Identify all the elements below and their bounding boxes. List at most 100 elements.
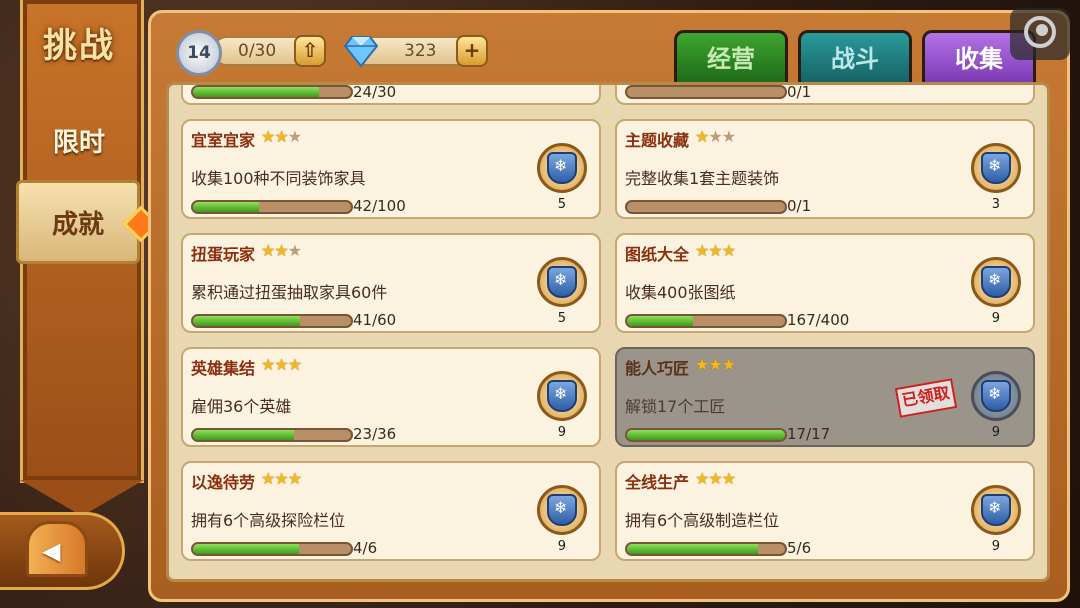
star-rating: ★★★ bbox=[261, 241, 302, 260]
reward-count: 5 bbox=[557, 311, 566, 326]
exp-upgrade-button[interactable]: ⇧ bbox=[294, 35, 326, 67]
progress-bar bbox=[191, 542, 353, 556]
reward-medal[interactable] bbox=[971, 257, 1021, 307]
tab-management[interactable]: 经营 bbox=[674, 30, 788, 82]
progress-bar bbox=[191, 428, 353, 442]
progress-bar bbox=[625, 542, 787, 556]
shield-icon bbox=[981, 494, 1011, 526]
star-icon: ★ bbox=[695, 355, 709, 374]
progress-text: 23/36 bbox=[353, 425, 397, 443]
star-icon: ★ bbox=[708, 355, 722, 374]
progress-fill bbox=[193, 316, 301, 326]
achievement-name: 主题收藏 bbox=[625, 131, 690, 150]
achievement-name: 宜室宜家 bbox=[191, 131, 256, 150]
achievement-name: 全线生产 bbox=[625, 473, 690, 492]
achievement-name: 能人巧匠 bbox=[625, 359, 690, 378]
achievement-card[interactable]: 宜室宜家★★★收集100种不同装饰家具42/1005 bbox=[181, 119, 601, 219]
progress-fill bbox=[193, 202, 260, 212]
achievement-card[interactable]: 以逸待劳★★★拥有6个高级探险栏位4/69 bbox=[181, 461, 601, 561]
star-icon: ★ bbox=[274, 241, 288, 260]
star-icon: ★ bbox=[287, 127, 302, 146]
progress-bar bbox=[191, 314, 353, 328]
progress-fill bbox=[193, 430, 295, 440]
star-icon: ★ bbox=[695, 469, 709, 488]
reward-medal[interactable] bbox=[971, 485, 1021, 535]
reward-medal[interactable] bbox=[537, 143, 587, 193]
diamond-gem-icon bbox=[343, 36, 379, 68]
settings-button[interactable] bbox=[1010, 8, 1070, 60]
achievement-card[interactable]: 全线生产★★★拥有6个高级制造栏位5/69 bbox=[615, 461, 1035, 561]
tab-battle[interactable]: 战斗 bbox=[798, 30, 912, 82]
shield-icon bbox=[547, 266, 577, 298]
achievement-description: 完整收集1套主题装饰 bbox=[625, 169, 780, 188]
star-rating: ★★★ bbox=[695, 355, 736, 374]
progress-text: 4/6 bbox=[353, 539, 378, 557]
reward-medal[interactable] bbox=[537, 257, 587, 307]
shield-icon bbox=[981, 152, 1011, 184]
achievement-name: 扭蛋玩家 bbox=[191, 245, 256, 264]
star-icon: ★ bbox=[721, 469, 736, 488]
achievement-card[interactable]: 能人巧匠★★★解锁17个工匠17/179已领取 bbox=[615, 347, 1035, 447]
reward-count: 9 bbox=[991, 311, 1000, 326]
achievement-description: 拥有6个高级制造栏位 bbox=[625, 511, 780, 530]
progress-text: 167/400 bbox=[787, 311, 850, 329]
progress-bar bbox=[625, 314, 787, 328]
star-icon: ★ bbox=[287, 241, 302, 260]
progress-bar bbox=[191, 200, 353, 214]
star-icon: ★ bbox=[721, 241, 736, 260]
star-icon: ★ bbox=[708, 241, 722, 260]
star-icon: ★ bbox=[261, 469, 275, 488]
sidebar-item-limited[interactable]: 限时 bbox=[20, 122, 138, 159]
reward-count: 5 bbox=[557, 197, 566, 212]
achievement-name: 以逸待劳 bbox=[191, 473, 256, 492]
star-icon: ★ bbox=[261, 127, 275, 146]
progress-text: 17/17 bbox=[787, 425, 831, 443]
star-icon: ★ bbox=[695, 127, 709, 146]
star-icon: ★ bbox=[708, 469, 722, 488]
progress-bar bbox=[625, 85, 787, 99]
list-item-partial: 24/30 bbox=[181, 85, 601, 105]
list-item-partial: 0/1 bbox=[615, 83, 1035, 105]
progress-bar bbox=[625, 428, 787, 442]
reward-medal[interactable] bbox=[971, 143, 1021, 193]
shield-icon bbox=[547, 494, 577, 526]
achievement-card[interactable]: 英雄集结★★★雇佣36个英雄23/369 bbox=[181, 347, 601, 447]
sidebar-item-achievements[interactable]: 成就 bbox=[16, 180, 140, 264]
star-icon: ★ bbox=[708, 127, 722, 146]
achievement-description: 解锁17个工匠 bbox=[625, 397, 726, 416]
achievement-name: 图纸大全 bbox=[625, 245, 690, 264]
star-icon: ★ bbox=[274, 469, 288, 488]
shield-icon bbox=[981, 380, 1011, 412]
star-icon: ★ bbox=[721, 355, 736, 374]
achievement-list[interactable]: 24/30 0/1 宜室宜家★★★收集100种不同装饰家具42/1005主题收藏… bbox=[166, 82, 1050, 582]
achievement-description: 累积通过扭蛋抽取家具60件 bbox=[191, 283, 388, 302]
banner-title: 挑战 bbox=[43, 26, 115, 66]
progress-fill bbox=[193, 544, 299, 554]
achievement-card[interactable]: 主题收藏 ★★★ 完整收集1套主题装饰 0/1 3 bbox=[615, 119, 1035, 219]
achievement-description: 收集400张图纸 bbox=[625, 283, 736, 302]
achievement-card[interactable]: 图纸大全★★★收集400张图纸167/4009 bbox=[615, 233, 1035, 333]
back-button[interactable]: ◀ bbox=[0, 512, 125, 590]
progress-text: 0/1 bbox=[787, 83, 812, 101]
reward-medal[interactable] bbox=[971, 371, 1021, 421]
reward-medal[interactable] bbox=[537, 485, 587, 535]
claimed-stamp: 已领取 bbox=[894, 378, 958, 418]
achievement-card[interactable]: 扭蛋玩家★★★累积通过扭蛋抽取家具60件41/605 bbox=[181, 233, 601, 333]
progress-text: 0/1 bbox=[787, 197, 812, 215]
reward-count: 3 bbox=[991, 197, 1000, 212]
achievement-description: 雇佣36个英雄 bbox=[191, 397, 292, 416]
achievement-description: 拥有6个高级探险栏位 bbox=[191, 511, 346, 530]
settings-icon bbox=[1024, 16, 1056, 48]
star-rating: ★★★ bbox=[695, 469, 736, 488]
star-icon: ★ bbox=[287, 355, 302, 374]
reward-count: 9 bbox=[991, 539, 1000, 554]
shield-icon bbox=[547, 380, 577, 412]
exit-arrow-icon: ◀ bbox=[42, 537, 61, 565]
level-badge: 14 bbox=[176, 30, 222, 76]
reward-medal[interactable] bbox=[537, 371, 587, 421]
progress-text: 5/6 bbox=[787, 539, 812, 557]
star-rating: ★★★ bbox=[695, 127, 736, 146]
reward-count: 9 bbox=[557, 425, 566, 440]
progress-fill bbox=[627, 544, 759, 554]
add-gems-button[interactable]: + bbox=[456, 35, 488, 67]
